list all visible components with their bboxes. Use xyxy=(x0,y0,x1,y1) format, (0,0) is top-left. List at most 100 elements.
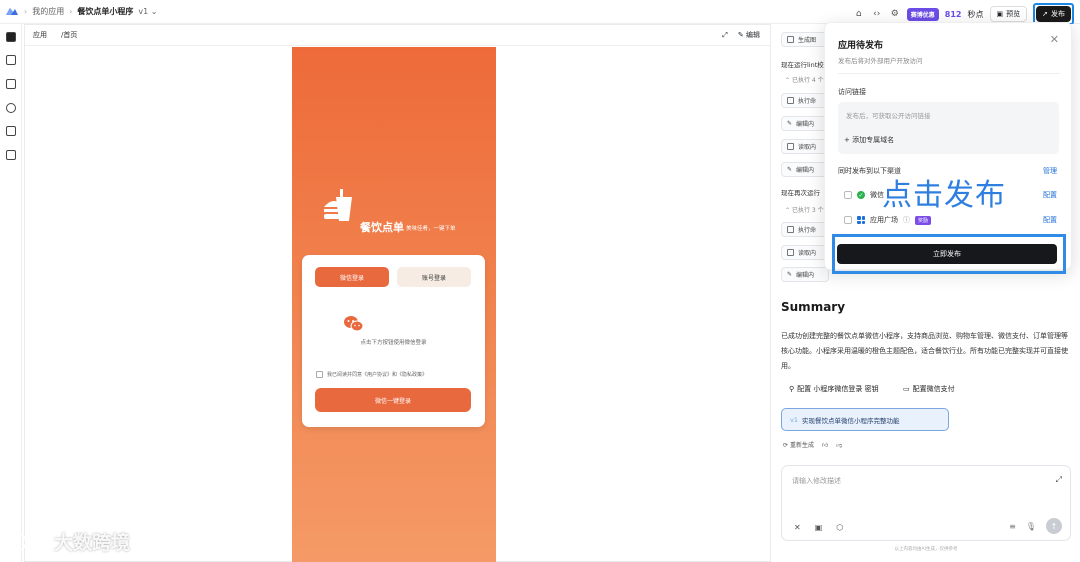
tools-icon[interactable]: ✕ xyxy=(794,523,801,532)
chip-step[interactable]: 执行命 xyxy=(781,222,829,237)
expand-icon[interactable]: ⤢ xyxy=(722,31,728,40)
left-rail xyxy=(0,24,22,562)
info-icon[interactable]: ⓘ xyxy=(903,215,910,225)
publish-button[interactable]: ➚ 发布 xyxy=(1036,6,1071,22)
chevron-right-icon: › xyxy=(69,7,73,16)
shopping-bag-icon[interactable]: ⌂ xyxy=(853,8,865,20)
page-path[interactable]: /首页 xyxy=(61,30,77,40)
settings-icon[interactable]: ⚙ xyxy=(889,8,901,20)
divider xyxy=(838,73,1060,74)
preview-panel: 应用 /首页 ⤢ ✎ 编辑 餐饮点单 美味佳肴，一键下单 微信登录 账号登录 点… xyxy=(24,24,771,562)
expand-icon[interactable]: ⤢ xyxy=(1056,475,1062,485)
running-label-2: 现在再次运行 xyxy=(781,189,820,197)
config-channel-app-square[interactable]: 配置 xyxy=(1043,215,1057,225)
version-selector[interactable]: v1 ⌄ xyxy=(138,7,157,16)
channel-row-app-square: 应用广场 ⓘ 奖励 xyxy=(844,215,932,225)
popup-subtitle: 发布后将对外部用户开放访问 xyxy=(838,57,923,65)
implement-version-card[interactable]: v1 实现餐饮点单微信小程序完整功能 xyxy=(781,408,949,431)
chip-step[interactable]: ✎ 编辑内 xyxy=(781,116,829,131)
watermark-text: 大数跨境 xyxy=(54,532,131,554)
chip-step[interactable]: 执行命 xyxy=(781,93,829,108)
green-check-icon: ✓ xyxy=(857,191,865,199)
add-domain-button[interactable]: + 添加专属域名 xyxy=(844,135,894,145)
rocket-icon: ➚ xyxy=(1042,10,1048,18)
plugin-icon[interactable]: ⬡ xyxy=(836,523,843,532)
edit-button[interactable]: ✎ 编辑 xyxy=(738,30,760,40)
tutorial-instruction: 点击发布 xyxy=(882,178,1006,213)
analytics-icon[interactable] xyxy=(6,150,16,160)
code-icon[interactable]: ‹› xyxy=(871,8,883,20)
ai-disclaimer: 以上内容均由AI生成，仅供参考 xyxy=(894,547,958,552)
reward-tag: 奖励 xyxy=(915,215,932,225)
version-tag: v1 xyxy=(790,415,798,424)
prompt-input-placeholder[interactable]: 请输入修改描述 xyxy=(792,476,841,486)
publish-now-button[interactable]: 立即发布 xyxy=(837,244,1057,264)
chat-icon[interactable] xyxy=(6,32,16,42)
card-icon: ▭ xyxy=(903,385,910,393)
input-actions: ≡ 🎙︎ ↑ xyxy=(1009,518,1062,534)
microphone-icon[interactable]: 🎙︎ xyxy=(1026,522,1036,531)
send-button[interactable]: ↑ xyxy=(1046,518,1062,534)
pencil-icon: ✎ xyxy=(787,271,793,278)
close-icon[interactable]: ✕ xyxy=(1050,33,1059,46)
regenerate-button[interactable]: ⟳ 重新生成 xyxy=(783,440,814,449)
breadcrumb-my-apps[interactable]: 我的应用 xyxy=(32,6,64,17)
prompt-input-box[interactable]: 请输入修改描述 ⤢ ✕ ▣ ⬡ ≡ 🎙︎ ↑ xyxy=(781,465,1071,541)
chip-step[interactable]: ✎ 编辑内 xyxy=(781,267,829,282)
chip-step[interactable]: 读取内 xyxy=(781,139,829,154)
breadcrumb-current-app[interactable]: 餐饮点单小程序 xyxy=(77,6,133,17)
channel-row-wechat: ✓ 微信 xyxy=(844,190,884,200)
config-wechat-login-link[interactable]: ⚲ 配置 小程序微信登录 密钥 xyxy=(789,384,879,394)
executed-label-2[interactable]: ⌃ 已执行 3 个 xyxy=(785,205,824,214)
config-channel-wechat[interactable]: 配置 xyxy=(1043,190,1057,200)
points-unit: 秒点 xyxy=(967,9,984,19)
agreement-row: 我已阅读并同意《用户协议》和《隐私政策》 xyxy=(316,371,427,378)
image-icon xyxy=(787,36,794,43)
image-upload-icon[interactable]: ▣ xyxy=(815,523,823,532)
input-tools: ✕ ▣ ⬡ xyxy=(794,523,843,532)
terminal-icon xyxy=(787,97,794,104)
summary-title: Summary xyxy=(781,300,846,314)
points-value: 812 xyxy=(944,9,962,19)
config-wechat-pay-link[interactable]: ▭ 配置微信支付 xyxy=(903,384,955,394)
channel-checkbox[interactable] xyxy=(844,216,852,224)
thumbs-down-icon[interactable]: 👎︎ xyxy=(836,441,842,449)
terminal-icon xyxy=(787,226,794,233)
preview-toolbar: 应用 /首页 xyxy=(25,25,770,46)
file-icon xyxy=(787,249,794,256)
channel-checkbox[interactable] xyxy=(844,191,852,199)
app-logo-icon[interactable] xyxy=(5,6,19,16)
vip-badge[interactable]: 赛博优惠 xyxy=(906,7,939,21)
wechat-login-button[interactable]: 微信一键登录 xyxy=(315,388,471,412)
chip-step[interactable]: 读取内 xyxy=(781,245,829,260)
file-icon[interactable] xyxy=(6,55,16,65)
breadcrumb: › 我的应用 › 餐饮点单小程序 v1 ⌄ xyxy=(24,6,157,17)
plugin-icon[interactable] xyxy=(6,103,16,113)
access-link-label: 访问链接 xyxy=(838,88,866,96)
tab-app[interactable]: 应用 xyxy=(33,30,47,40)
food-logo-icon xyxy=(324,189,352,221)
chip-step[interactable]: ✎ 编辑内 xyxy=(781,162,829,177)
popup-title: 应用待发布 xyxy=(838,41,884,51)
preview-button[interactable]: ▣ 预览 xyxy=(989,6,1028,22)
summary-text: 已成功创建完整的餐饮点单微信小程序，支持商品浏览、购物车管理、微信支付、订单管理… xyxy=(781,332,1068,370)
manage-channels-link[interactable]: 管理 xyxy=(1043,166,1057,176)
file-icon xyxy=(787,143,794,150)
preview-icon: ▣ xyxy=(996,10,1004,18)
thumbs-up-icon[interactable]: 👍︎ xyxy=(822,441,828,449)
tab-account-login[interactable]: 账号登录 xyxy=(397,267,471,287)
tab-wechat-login[interactable]: 微信登录 xyxy=(315,267,389,287)
publish-popup: 应用待发布 发布后将对外部用户开放访问 ✕ 访问链接 发布后，可获取公开访问链接… xyxy=(824,22,1072,270)
window-icon[interactable] xyxy=(6,79,16,89)
scan-tip: 点击下方按钮使用微信登录 xyxy=(360,340,427,346)
channel-app-square-label: 应用广场 xyxy=(870,216,898,224)
database-icon[interactable] xyxy=(6,126,16,136)
preview-tools: ⤢ ✎ 编辑 xyxy=(722,30,760,40)
app-grid-icon xyxy=(857,216,865,224)
edit-icon: ✎ xyxy=(737,31,744,39)
executed-label-1[interactable]: ⌃ 已执行 4 个 xyxy=(785,75,824,84)
top-bar: › 我的应用 › 餐饮点单小程序 v1 ⌄ ⌂ ‹› ⚙ 赛博优惠 812 秒点… xyxy=(0,0,1080,25)
agree-checkbox[interactable] xyxy=(316,371,323,378)
access-link-box: 发布后，可获取公开访问链接 + 添加专属域名 xyxy=(838,102,1059,154)
format-icon[interactable]: ≡ xyxy=(1009,522,1016,531)
